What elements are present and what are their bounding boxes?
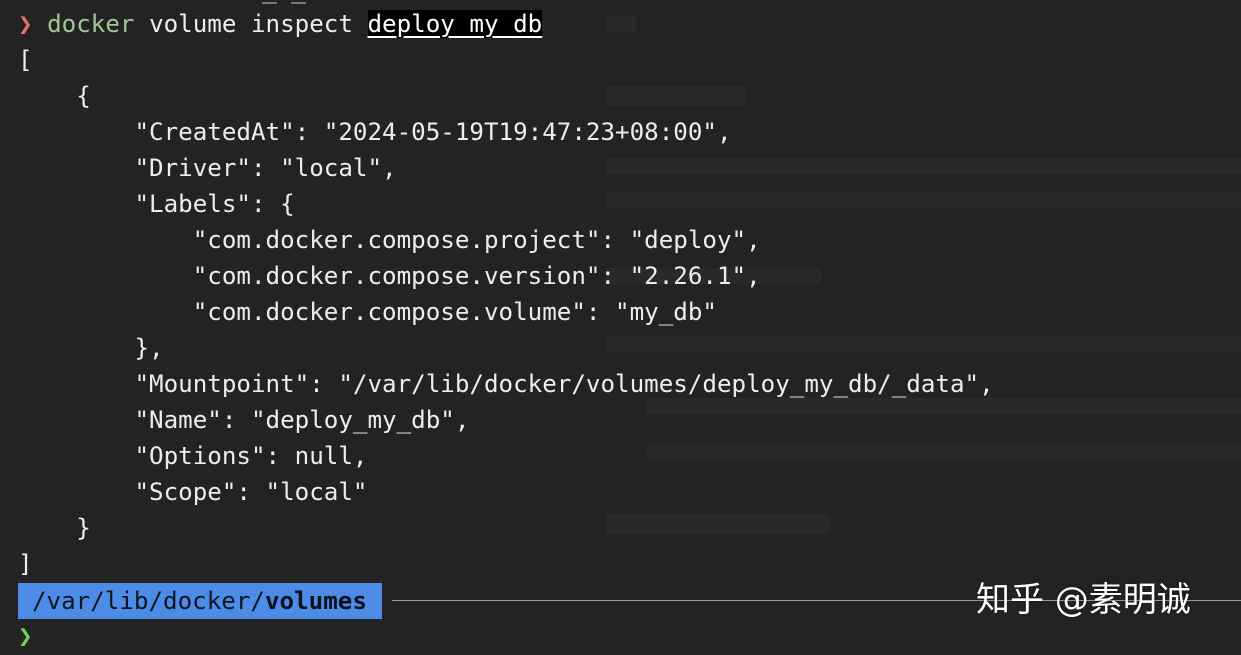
terminal-window[interactable]: _ _ ❯ docker volume inspect deploy_my_db… [0,0,1241,655]
output-line: } [18,514,91,542]
output-line: "Scope": "local" [18,478,368,506]
cwd-parent: /var/lib/docker/ [32,587,265,615]
command-subcommand: volume inspect [149,10,353,38]
output-line: { [18,82,91,110]
command-argument: deploy_my_db [367,10,543,38]
output-line: "com.docker.compose.volume": "my_db" [18,298,717,326]
command-program: docker [47,10,135,38]
prompt-arrow-icon: ❯ [18,622,33,650]
output-line: "Mountpoint": "/var/lib/docker/volumes/d… [18,370,994,398]
cwd-current: volumes [265,587,367,615]
output-line: "Driver": "local", [18,154,397,182]
cwd-path-bar: /var/lib/docker/volumes [18,583,382,619]
output-line: "Options": null, [18,442,368,470]
input-prompt-line[interactable]: ❯ [18,618,33,654]
output-line: "Name": "deploy_my_db", [18,406,470,434]
output-line: ] [18,550,33,578]
output-line: "Labels": { [18,190,295,218]
command-line[interactable]: ❯ docker volume inspect deploy_my_db [18,6,543,42]
output-line: [ [18,46,33,74]
output-line: }, [18,334,164,362]
output-line: "CreatedAt": "2024-05-19T19:47:23+08:00"… [18,118,732,146]
watermark: 知乎 @素明诚 [976,580,1191,620]
output-line: "com.docker.compose.version": "2.26.1", [18,262,761,290]
prompt-arrow-icon: ❯ [18,10,33,38]
output-line: "com.docker.compose.project": "deploy", [18,226,761,254]
